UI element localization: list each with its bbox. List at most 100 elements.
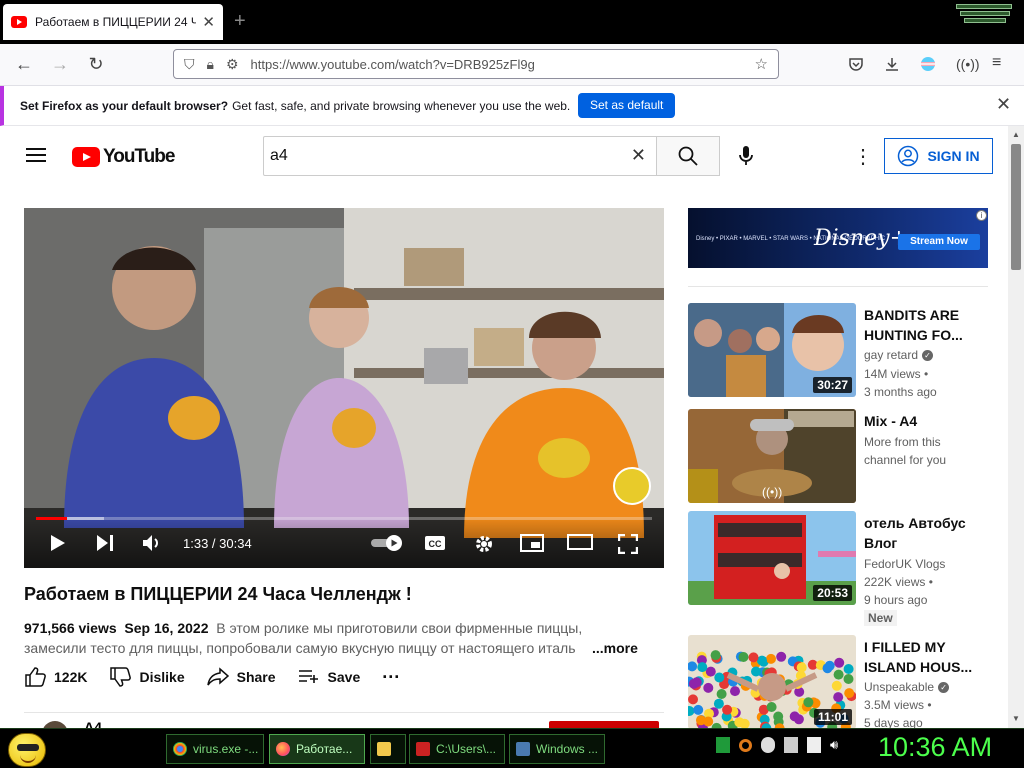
- taskbar-clock[interactable]: 10:36 AM: [878, 732, 992, 763]
- downloads-icon[interactable]: [884, 56, 900, 75]
- subscribe-button[interactable]: [549, 721, 659, 728]
- video-description[interactable]: 971,566 views Sep 16, 2022 В этом ролике…: [24, 618, 638, 658]
- permissions-icon[interactable]: ⚙: [226, 56, 239, 73]
- volume-icon[interactable]: [142, 534, 162, 555]
- bookmark-star-icon[interactable]: ☆: [755, 55, 768, 73]
- browser-tab-active[interactable]: Работаем в ПИЦЦЕРИИ 24 Ча ✕: [3, 4, 223, 40]
- close-notification-icon[interactable]: ✕: [996, 94, 1011, 115]
- search-button[interactable]: [656, 136, 720, 176]
- progress-bar[interactable]: [36, 517, 652, 520]
- play-icon[interactable]: [50, 534, 66, 555]
- disney-plus-ad[interactable]: Disney • PIXAR • MARVEL • STAR WARS • NA…: [688, 208, 988, 268]
- fullscreen-icon[interactable]: [617, 533, 639, 557]
- channel-name-text: Unspeakable: [864, 680, 935, 694]
- share-button[interactable]: Share: [206, 667, 276, 687]
- channel-name[interactable]: gay retard ✓: [864, 348, 934, 362]
- view-count: 3.5M views •: [864, 698, 932, 712]
- forward-arrow-icon[interactable]: →: [48, 54, 72, 75]
- like-button[interactable]: 122K: [24, 666, 87, 688]
- tray-blocked-icon[interactable]: [784, 737, 798, 753]
- youtube-wordmark: YouTube: [103, 146, 175, 167]
- stream-now-button[interactable]: Stream Now: [898, 234, 980, 250]
- more-button[interactable]: ...more: [588, 638, 638, 658]
- new-tab-button[interactable]: +: [234, 10, 246, 33]
- time-display: 1:33 / 30:34: [183, 536, 252, 551]
- tab-close-icon[interactable]: ✕: [202, 13, 215, 31]
- video-player[interactable]: 1:33 / 30:34 CC: [24, 208, 664, 568]
- taskbar-item-windows[interactable]: Windows ...: [509, 734, 605, 764]
- more-options-icon[interactable]: ⋮: [853, 144, 873, 169]
- view-count: 14M views •: [864, 367, 929, 381]
- ad-info-icon[interactable]: i: [976, 210, 987, 221]
- channel-name-text: gay retard: [864, 348, 919, 362]
- view-count: 971,566 views: [24, 620, 117, 636]
- scroll-up-icon[interactable]: ▲: [1012, 130, 1020, 139]
- channel-name[interactable]: A4: [84, 719, 102, 728]
- settings-gear-icon[interactable]: [474, 534, 494, 557]
- taskbar-item-filezilla[interactable]: C:\Users\...: [409, 734, 505, 764]
- view-count: 222K views •: [864, 575, 933, 589]
- hamburger-menu-icon[interactable]: [26, 148, 46, 162]
- taskbar-item-firefox[interactable]: Работае...: [269, 734, 365, 764]
- next-icon[interactable]: [96, 534, 114, 555]
- shield-icon[interactable]: ⛉: [184, 56, 195, 73]
- lock-icon[interactable]: 🔒︎: [207, 56, 214, 73]
- menu-icon[interactable]: ≡: [992, 54, 1001, 72]
- reload-icon[interactable]: ↻: [84, 54, 108, 75]
- recommended-video[interactable]: 20:53 отель Автобус Влог FedorUK Vlogs 2…: [688, 511, 1008, 626]
- search-input[interactable]: a4 ✕: [263, 136, 657, 176]
- search-icon: [678, 146, 698, 166]
- share-icon: [206, 667, 229, 686]
- video-thumbnail[interactable]: 20:53: [688, 511, 856, 605]
- set-as-default-button[interactable]: Set as default: [578, 93, 676, 118]
- clear-search-icon[interactable]: ✕: [631, 145, 646, 166]
- played-bar: [36, 517, 68, 520]
- video-thumbnail[interactable]: 11:01: [688, 635, 856, 728]
- address-bar[interactable]: ⛉ 🔒︎ ⚙ https://www.youtube.com/watch?v=D…: [173, 49, 779, 79]
- sign-in-button[interactable]: SIGN IN: [884, 138, 993, 174]
- page-scrollbar[interactable]: ▲ ▼: [1008, 126, 1024, 728]
- video-title[interactable]: отель Автобус Влог: [864, 513, 978, 553]
- folder-icon: [377, 742, 391, 756]
- theater-mode-icon[interactable]: [567, 534, 593, 553]
- youtube-logo[interactable]: YouTube: [72, 146, 175, 168]
- taskbar-item-virus[interactable]: virus.exe -...: [166, 734, 264, 764]
- tray-search-icon[interactable]: [739, 738, 752, 752]
- mix-thumbnail[interactable]: ((•)): [688, 409, 856, 503]
- taskbar-item-explorer[interactable]: [370, 734, 406, 764]
- mix-title[interactable]: Mix - A4: [864, 411, 978, 431]
- extensions-icon[interactable]: ((•)): [956, 56, 980, 72]
- dislike-label: Dislike: [139, 669, 185, 685]
- pocket-icon[interactable]: [848, 56, 864, 75]
- video-thumbnail[interactable]: 30:27: [688, 303, 856, 397]
- recommended-video[interactable]: 30:27 BANDITS ARE HUNTING FO... gay reta…: [688, 303, 1008, 399]
- channel-avatar[interactable]: [42, 721, 68, 728]
- miniplayer-icon[interactable]: [520, 534, 544, 555]
- start-button-smiley-icon[interactable]: [8, 733, 46, 767]
- autoplay-toggle[interactable]: [370, 534, 404, 555]
- back-arrow-icon[interactable]: ←: [12, 54, 36, 75]
- dislike-button[interactable]: Dislike: [109, 666, 185, 688]
- captions-icon[interactable]: CC: [424, 534, 446, 555]
- video-duration: 30:27: [813, 377, 852, 393]
- save-button[interactable]: Save: [298, 669, 361, 685]
- save-label: Save: [327, 669, 361, 685]
- tray-app-icon[interactable]: [716, 737, 730, 753]
- more-actions-icon[interactable]: ···: [382, 667, 400, 688]
- video-title[interactable]: I FILLED MY ISLAND HOUS...: [864, 637, 978, 677]
- profile-flag-icon[interactable]: [920, 56, 936, 75]
- scrollbar-thumb[interactable]: [1011, 144, 1021, 270]
- url-text[interactable]: https://www.youtube.com/watch?v=DRB925zF…: [251, 57, 755, 72]
- recommended-video[interactable]: 11:01 I FILLED MY ISLAND HOUS... Unspeak…: [688, 635, 1008, 728]
- voice-search-icon[interactable]: [738, 144, 754, 173]
- video-title[interactable]: BANDITS ARE HUNTING FO...: [864, 305, 978, 345]
- channel-name[interactable]: FedorUK Vlogs: [864, 557, 945, 571]
- scroll-down-icon[interactable]: ▼: [1012, 714, 1020, 723]
- mix-playlist[interactable]: ((•)) Mix - A4 More from this channel fo…: [688, 409, 1008, 503]
- video-duration: 20:53: [813, 585, 852, 601]
- channel-name[interactable]: Unspeakable ✓: [864, 680, 950, 694]
- tray-network-icon[interactable]: [807, 737, 821, 753]
- video-duration: 11:01: [813, 709, 852, 725]
- tray-status-icon[interactable]: [761, 737, 775, 753]
- tray-volume-icon[interactable]: 🔊︎: [830, 737, 846, 753]
